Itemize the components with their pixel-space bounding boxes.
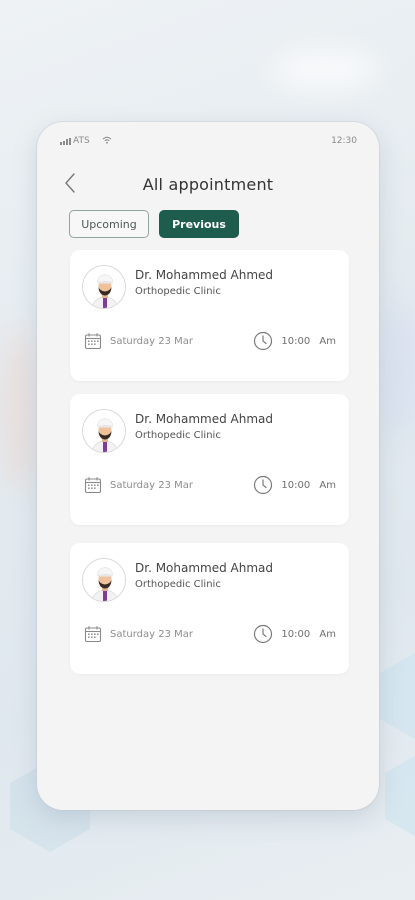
doctor-avatar <box>82 558 126 602</box>
back-button[interactable] <box>59 172 81 194</box>
page-title: All appointment <box>142 174 274 194</box>
calendar-icon <box>84 626 102 643</box>
appointment-card[interactable]: Dr. Mohammed Ahmad Orthopedic Clinic Sat… <box>70 394 349 525</box>
appointment-card[interactable]: Dr. Mohammed Ahmad Orthopedic Clinic Sat… <box>70 543 349 674</box>
doctor-avatar <box>82 265 126 309</box>
status-time: 12:30 <box>331 136 357 146</box>
appointment-time: 10:00 Am <box>281 335 336 347</box>
appointment-card[interactable]: Dr. Mohammed Ahmed Orthopedic Clinic Sat… <box>70 250 349 381</box>
appointment-tabs: Upcoming Previous <box>37 210 379 238</box>
doctor-name: Dr. Mohammed Ahmad <box>135 412 274 426</box>
carrier-label: ATS <box>73 136 90 146</box>
appointment-list: Dr. Mohammed Ahmed Orthopedic Clinic Sat… <box>37 238 379 674</box>
clock-icon <box>254 475 273 495</box>
calendar-icon <box>84 477 102 494</box>
clinic-name: Orthopedic Clinic <box>135 430 221 441</box>
doctor-name: Dr. Mohammed Ahmed <box>135 268 274 282</box>
signal-indicator: ATS <box>60 136 90 146</box>
appointment-time: 10:00 Am <box>281 628 336 640</box>
clock-icon <box>254 331 273 351</box>
doctor-name: Dr. Mohammed Ahmad <box>135 561 274 575</box>
appointment-date: Saturday 23 Mar <box>110 628 194 640</box>
wifi-icon <box>102 136 112 147</box>
calendar-icon <box>84 333 102 350</box>
tab-previous[interactable]: Previous <box>159 210 239 238</box>
appointment-time: 10:00 Am <box>281 479 336 491</box>
tab-upcoming[interactable]: Upcoming <box>69 210 149 238</box>
appointment-date: Saturday 23 Mar <box>110 479 194 491</box>
app-header: All appointment <box>37 162 379 206</box>
signal-icon <box>60 137 71 145</box>
clinic-name: Orthopedic Clinic <box>135 579 221 590</box>
clinic-name: Orthopedic Clinic <box>135 286 221 297</box>
chevron-left-icon <box>65 173 75 193</box>
doctor-avatar <box>82 409 126 453</box>
appointment-date: Saturday 23 Mar <box>110 335 194 347</box>
clock-icon <box>254 624 273 644</box>
phone-screen: ATS 12:30 All appointment Upcoming Previ… <box>37 122 379 810</box>
status-bar: ATS 12:30 <box>37 122 379 160</box>
